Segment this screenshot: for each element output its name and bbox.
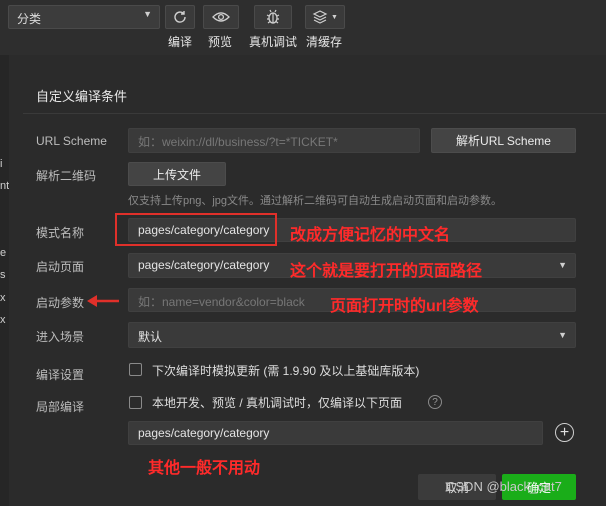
upload-file-button[interactable]: 上传文件 bbox=[128, 162, 226, 186]
start-params-placeholder: 如：name=vendor&color=black bbox=[138, 295, 305, 309]
clear-cache-label: 清缓存 bbox=[306, 35, 343, 49]
bug-icon bbox=[266, 9, 280, 24]
caret-down-icon: ▼ bbox=[143, 9, 152, 19]
url-scheme-input[interactable]: 如：weixin://dl/business/?t=*TICKET* bbox=[128, 128, 420, 153]
scene-select[interactable]: 默认 ▼ bbox=[128, 322, 576, 348]
caret-down-icon: ▼ bbox=[331, 13, 338, 21]
start-page-value: pages/category/category bbox=[138, 258, 270, 272]
compile-mode-select[interactable]: 分类 ▼ bbox=[8, 5, 160, 29]
eye-icon bbox=[212, 12, 230, 22]
partial-compile-text: 本地开发、预览 / 真机调试时，仅编译以下页面 bbox=[152, 396, 403, 410]
clipped-text: x bbox=[0, 292, 6, 304]
compile-settings-label: 编译设置 bbox=[36, 368, 85, 382]
refresh-icon bbox=[174, 11, 186, 23]
toolbar: 分类 ▼ ▼ 编译 预览 真机调试 清缓存 bbox=[0, 0, 606, 55]
caret-down-icon: ▼ bbox=[558, 260, 567, 270]
compile-label: 编译 bbox=[168, 35, 193, 49]
partial-compile-page-value: pages/category/category bbox=[138, 426, 270, 440]
url-scheme-label: URL Scheme bbox=[36, 134, 107, 148]
scene-value: 默认 bbox=[138, 330, 163, 344]
annotation-mode-name: 改成方便记忆的中文名 bbox=[290, 227, 451, 244]
clipped-text: x bbox=[0, 314, 6, 326]
caret-down-icon: ▼ bbox=[558, 330, 567, 340]
start-page-label: 启动页面 bbox=[36, 260, 85, 274]
partial-compile-checkbox[interactable] bbox=[129, 396, 142, 409]
partial-compile-label: 局部编译 bbox=[36, 400, 85, 414]
scene-label: 进入场景 bbox=[36, 330, 85, 344]
parse-url-scheme-button[interactable]: 解析URL Scheme bbox=[431, 128, 576, 153]
qrcode-hint: 仅支持上传png、jpg文件。通过解析二维码可自动生成启动页面和启动参数。 bbox=[128, 195, 503, 207]
add-icon[interactable]: + bbox=[555, 423, 574, 442]
start-params-label: 启动参数 bbox=[36, 296, 85, 310]
remote-debug-button[interactable] bbox=[254, 5, 292, 29]
annotation-start-page: 这个就是要打开的页面路径 bbox=[290, 263, 483, 280]
compile-button[interactable] bbox=[165, 5, 195, 29]
clipped-text: e bbox=[0, 247, 7, 259]
qrcode-label: 解析二维码 bbox=[36, 169, 97, 183]
annotation-other: 其他一般不用动 bbox=[148, 460, 261, 477]
mode-name-label: 模式名称 bbox=[36, 226, 85, 240]
mode-name-value: pages/category/category bbox=[138, 223, 270, 237]
clipped-text: s bbox=[0, 269, 6, 281]
preview-label: 预览 bbox=[208, 35, 233, 49]
clear-cache-button[interactable]: ▼ bbox=[305, 5, 345, 29]
dialog-title: 自定义编译条件 bbox=[36, 89, 128, 104]
simulate-update-checkbox[interactable] bbox=[129, 363, 142, 376]
clipped-text: nt bbox=[0, 180, 10, 192]
clipped-text: i bbox=[0, 158, 3, 170]
annotation-start-params: 页面打开时的url参数 bbox=[330, 298, 479, 315]
preview-button[interactable] bbox=[203, 5, 239, 29]
simulate-update-text: 下次编译时模拟更新 (需 1.9.90 及以上基础库版本) bbox=[152, 364, 420, 378]
watermark: CSDN @black_cat7 bbox=[446, 479, 562, 494]
layers-icon bbox=[312, 10, 328, 24]
divider bbox=[23, 113, 606, 114]
side-panel-edge: i nt e s x x bbox=[0, 55, 9, 506]
compile-mode-value: 分类 bbox=[17, 12, 42, 26]
help-icon[interactable]: ? bbox=[428, 395, 442, 409]
annotation-arrow-icon bbox=[87, 295, 119, 307]
partial-compile-page-input[interactable]: pages/category/category bbox=[128, 421, 543, 445]
remote-debug-label: 真机调试 bbox=[249, 35, 298, 49]
url-scheme-placeholder: 如：weixin://dl/business/?t=*TICKET* bbox=[138, 135, 338, 149]
